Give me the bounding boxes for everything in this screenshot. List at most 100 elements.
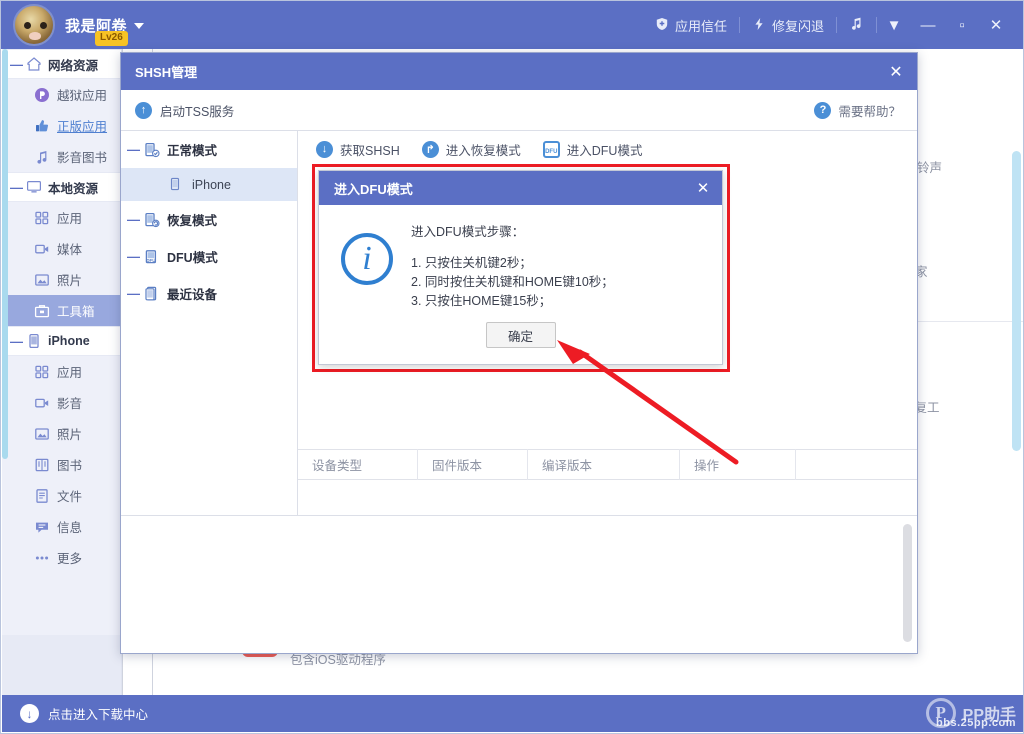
confirm-button[interactable]: 确定 [485, 322, 556, 348]
sidebar-group-network[interactable]: — 网络资源 [2, 49, 121, 79]
toolbox-icon [34, 303, 50, 319]
message-icon [34, 519, 50, 535]
collapse-toggle[interactable]: — [127, 286, 140, 301]
sidebar-item-iphone-media[interactable]: 影音 [2, 387, 121, 418]
collapse-toggle[interactable]: — [10, 334, 23, 349]
phone-icon [26, 333, 42, 349]
dfu-step-3: 3. 只按住HOME键15秒； [411, 294, 552, 308]
dfu-box-icon: DFU [542, 140, 560, 158]
book-icon [34, 457, 50, 473]
tree-node-dfu-mode[interactable]: — DFU DFU模式 [121, 238, 297, 275]
sidebar-item-label: 正版应用 [57, 120, 108, 134]
music-note-icon [34, 149, 50, 165]
tree-node-normal-mode[interactable]: — 正常模式 [121, 131, 297, 168]
enter-recovery-label: 进入恢复模式 [445, 143, 521, 158]
app-trust-button[interactable]: 应用信任 [643, 1, 739, 49]
sidebar-item-toolbox[interactable]: 工具箱 [2, 295, 121, 326]
sidebar-item-label: 应用 [57, 366, 83, 380]
device-normal-icon [144, 142, 160, 158]
collapse-toggle[interactable]: — [127, 212, 140, 227]
sidebar-item-media-books[interactable]: 影音图书 [2, 141, 121, 172]
collapse-toggle[interactable]: — [127, 249, 140, 264]
chevron-down-icon[interactable] [134, 23, 145, 30]
dfu-dialog-titlebar: 进入DFU模式 ✕ [319, 171, 722, 205]
close-icon[interactable]: ✕ [875, 53, 917, 90]
sidebar-group-local[interactable]: — 本地资源 [2, 172, 121, 202]
sidebar-item-jailbreak-apps[interactable]: 越狱应用 [2, 79, 121, 110]
column-header-action[interactable]: 操作 [680, 449, 796, 480]
get-shsh-button[interactable]: ↓ 获取SHSH [316, 140, 400, 159]
device-recent-icon [144, 286, 160, 302]
tree-node-recovery-mode[interactable]: — 恢复模式 [121, 201, 297, 238]
column-header-build-version[interactable]: 编译版本 [528, 449, 680, 480]
lightning-icon [752, 17, 766, 34]
sidebar-item-iphone-files[interactable]: 文件 [2, 480, 121, 511]
sidebar-item-official-apps[interactable]: 正版应用 [2, 110, 121, 141]
shsh-window-title: SHSH管理 [135, 65, 198, 80]
close-icon[interactable]: ✕ [684, 171, 722, 205]
thumbs-up-icon [34, 118, 50, 134]
need-help-button[interactable]: ? 需要帮助？ [814, 101, 901, 120]
shsh-device-tree: — 正常模式 iPhone — 恢复模式 — DFU DFU模式 — 最近设备 [121, 131, 298, 516]
tree-node-recent-devices[interactable]: — 最近设备 [121, 275, 297, 312]
avatar[interactable] [13, 4, 55, 46]
sidebar-item-iphone-messages[interactable]: 信息 [2, 511, 121, 542]
dfu-dialog-text: 进入DFU模式步骤： 1. 只按住关机键2秒； 2. 同时按住关机键和HOME键… [411, 219, 614, 311]
question-mark-icon: ? [814, 101, 832, 119]
need-help-label: 需要帮助？ [838, 104, 901, 119]
sidebar-item-iphone-books[interactable]: 图书 [2, 449, 121, 480]
dfu-steps-heading: 进入DFU模式步骤： [411, 225, 525, 239]
video-camera-icon [34, 395, 50, 411]
sidebar-item-local-apps[interactable]: 应用 [2, 202, 121, 233]
home-icon [26, 56, 42, 72]
dfu-dialog-footer: 确定 [319, 322, 722, 348]
sidebar-item-iphone-photos[interactable]: 照片 [2, 418, 121, 449]
user-block[interactable]: 我是阿卷 Lv26 [65, 15, 145, 46]
column-header-firmware-version[interactable]: 固件版本 [418, 449, 528, 480]
close-button[interactable]: ✕ [979, 1, 1013, 49]
collapse-toggle[interactable]: — [127, 142, 140, 157]
sidebar-scrollbar[interactable] [2, 49, 8, 459]
sidebar-item-label: 更多 [57, 552, 83, 566]
ellipsis-icon [34, 550, 50, 566]
tree-node-label: 正常模式 [167, 144, 218, 158]
collapse-toggle[interactable]: — [10, 57, 23, 72]
enter-recovery-mode-button[interactable]: ↱ 进入恢复模式 [421, 140, 521, 159]
tree-node-label: 最近设备 [167, 288, 218, 302]
sidebar-item-label: 文件 [57, 490, 83, 504]
fix-crash-button[interactable]: 修复闪退 [740, 1, 836, 49]
download-arrow-icon: ↓ [20, 704, 39, 723]
window-titlebar: 我是阿卷 Lv26 应用信任 修复闪退 ▼ — ▫ ✕ [1, 1, 1023, 49]
sidebar-item-label: 照片 [57, 428, 83, 442]
recovery-circle-icon: ↱ [421, 140, 439, 158]
shield-plus-icon [655, 17, 669, 34]
get-shsh-label: 获取SHSH [340, 143, 400, 158]
column-header-empty [796, 449, 916, 480]
column-header-device-type[interactable]: 设备类型 [298, 449, 418, 480]
sidebar-item-local-photos[interactable]: 照片 [2, 264, 121, 295]
sidebar: — 网络资源 越狱应用 正版应用 影音图书 — 本地资源 应用 媒体 照片 工具… [2, 49, 122, 697]
dfu-mode-dialog: 进入DFU模式 ✕ i 进入DFU模式步骤： 1. 只按住关机键2秒； 2. 同… [318, 170, 723, 365]
sidebar-item-iphone-more[interactable]: 更多 [2, 542, 121, 573]
sidebar-group-iphone[interactable]: — iPhone [2, 326, 121, 356]
download-center-button[interactable]: ↓ 点击进入下载中心 [2, 704, 148, 723]
shsh-action-toolbar: ↓ 获取SHSH ↱ 进入恢复模式 DFU 进入DFU模式 [298, 131, 917, 167]
start-tss-service-button[interactable]: ↑ 启动TSS服务 [135, 101, 234, 120]
dfu-step-2: 2. 同时按住关机键和HOME键10秒； [411, 275, 614, 289]
enter-dfu-mode-button[interactable]: DFU 进入DFU模式 [542, 140, 642, 159]
file-icon [34, 488, 50, 504]
maximize-button[interactable]: ▫ [945, 1, 979, 49]
lower-panel-scrollbar[interactable] [903, 524, 912, 642]
main-window-scrollbar[interactable] [1012, 151, 1021, 451]
tree-child-iphone[interactable]: iPhone [121, 168, 297, 201]
minimize-button[interactable]: — [911, 1, 945, 49]
photo-icon [34, 272, 50, 288]
sidebar-item-iphone-apps[interactable]: 应用 [2, 356, 121, 387]
device-dfu-icon: DFU [144, 249, 160, 265]
more-menu-button[interactable]: ▼ [877, 1, 911, 49]
sidebar-item-local-media[interactable]: 媒体 [2, 233, 121, 264]
sidebar-item-label: 影音 [57, 397, 83, 411]
collapse-toggle[interactable]: — [10, 180, 23, 195]
ringtone-button[interactable] [837, 1, 876, 49]
sidebar-item-label: 照片 [57, 274, 83, 288]
